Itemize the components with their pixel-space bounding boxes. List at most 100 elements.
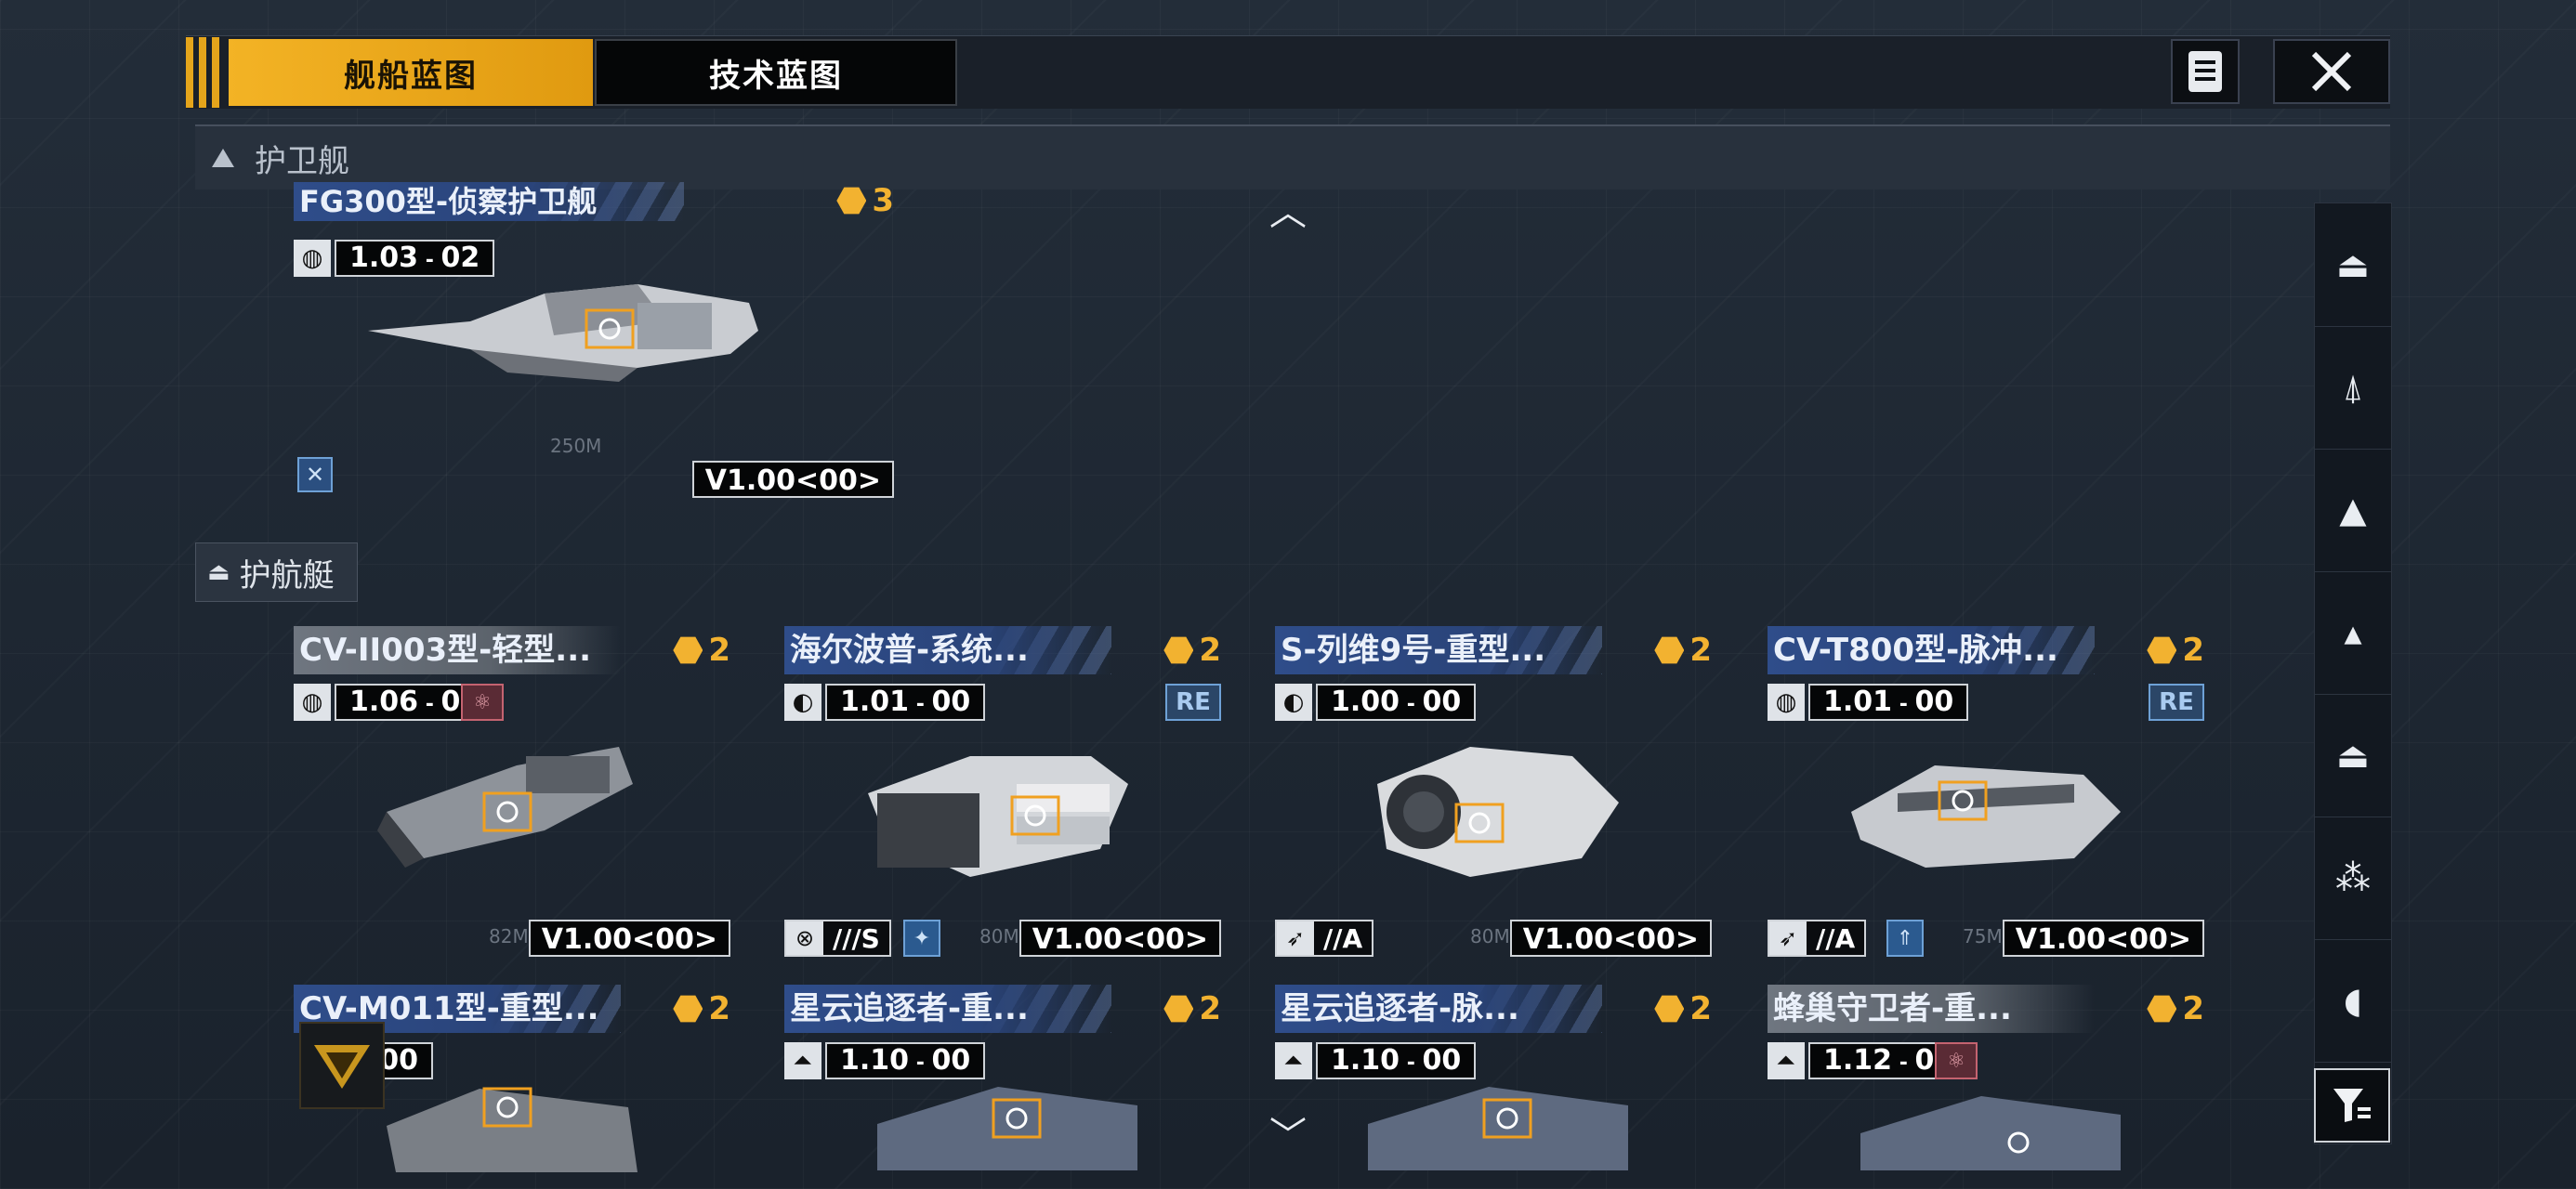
- close-button[interactable]: [2273, 39, 2390, 104]
- rocket-icon: ⏶: [1768, 1042, 1805, 1079]
- version-tag: V1.00<00>: [2002, 920, 2204, 957]
- destroyer-icon[interactable]: ▲: [2315, 449, 2391, 572]
- role-text: //A: [1323, 922, 1363, 954]
- role-icon: ⊗: [786, 921, 823, 955]
- version-main: 1.10: [840, 1044, 910, 1077]
- ship-image: [1860, 1096, 2121, 1170]
- scroll-up-icon[interactable]: ︿: [1269, 182, 1307, 236]
- ship-cost: 2: [1654, 632, 1712, 669]
- version-sub: 00: [931, 686, 971, 718]
- tab-ship-blueprint[interactable]: 舰船蓝图: [229, 39, 593, 106]
- role-badge: ➶ //A: [1275, 920, 1374, 957]
- frigate-icon[interactable]: ▴: [2315, 571, 2391, 695]
- ship-scale: 80M: [1470, 925, 1510, 947]
- cost-icon: [2147, 995, 2177, 1023]
- section-header-corvette[interactable]: ⏏ 护航艇: [195, 542, 358, 602]
- cost-value: 2: [2182, 632, 2204, 669]
- ship-card[interactable]: 蜂巢守卫者-重... 2 ⏶1.12 - 00 ⚛: [1768, 985, 2204, 1170]
- version-main: 1.06: [349, 686, 419, 718]
- accent-stripe: [186, 37, 221, 108]
- version-tag: V1.00<00>: [691, 461, 894, 498]
- ship-cost: 2: [1654, 990, 1712, 1027]
- version-sub: 00: [1422, 686, 1462, 718]
- role-text: //A: [1816, 922, 1856, 954]
- ship-name: FG300型-侦察护卫舰: [294, 182, 684, 221]
- version-number: 1.01 - 00: [825, 684, 986, 721]
- ship-card[interactable]: 海尔波普-系统... 2 ◐ 1.01 - 00 RE ⊗ ///S ✦ 80M V…: [784, 626, 1221, 960]
- ship-cost: 2: [673, 990, 730, 1027]
- filter-icon: [2333, 1089, 2371, 1122]
- ship-name: CV-T800型-脉冲...: [1768, 626, 2095, 674]
- cost-value: 2: [708, 632, 730, 669]
- close-icon: [2311, 51, 2352, 92]
- ship-image: [877, 1087, 1137, 1170]
- skill-icon: ⇑: [1886, 920, 1924, 957]
- re-badge: RE: [1165, 684, 1221, 721]
- ship-card[interactable]: S-列维9号-重型... 2 ◐ 1.00 - 00 ➶ //A 80M V1.00…: [1275, 626, 1712, 960]
- ship-image: [1851, 765, 2121, 868]
- hive-icon: ⚛: [461, 684, 504, 721]
- ship-card[interactable]: CV-T800型-脉冲... 2 ◍ 1.01 - 00 RE ➶ //A ⇑ 75…: [1768, 626, 2204, 960]
- skill-icon: ✕: [297, 457, 333, 492]
- version-main: 1.10: [1331, 1044, 1400, 1077]
- ship-name: 星云追逐者-重...: [784, 985, 1111, 1033]
- version-sub: 00: [1914, 686, 1954, 718]
- subsection-title: 护航艇: [239, 556, 335, 594]
- ship-cost: 2: [2147, 990, 2204, 1027]
- cost-icon: [673, 636, 703, 664]
- corvette-icon: ⏏: [207, 558, 230, 586]
- frigate-card[interactable]: FG300型-侦察护卫舰 3 ◍ 1.03 - 02 ✕ 250M V1.00<…: [294, 182, 894, 498]
- cost-icon: [1163, 636, 1194, 664]
- carrier-icon[interactable]: ◖: [2315, 939, 2391, 1063]
- role-badge: ➶ //A: [1768, 920, 1867, 957]
- faction-icon: ◐: [784, 684, 821, 721]
- ship-image: [868, 756, 1128, 877]
- role-badge: ⊗ ///S: [784, 920, 891, 957]
- version-number: 1.10 - 00: [1316, 1042, 1477, 1079]
- version-main: 1.01: [1823, 686, 1893, 718]
- section-title: 护卫舰: [255, 142, 349, 180]
- cost-icon: [673, 995, 703, 1023]
- ship-cost: 2: [2147, 632, 2204, 669]
- ship-image: [387, 1087, 637, 1172]
- version-box: ◍ 1.01 - 00: [1768, 684, 1969, 721]
- ship-image: [377, 747, 633, 868]
- ship-name: 蜂巢守卫者-重...: [1768, 985, 2095, 1033]
- faction-icon: ◐: [1275, 684, 1312, 721]
- ship-scale: 80M: [979, 925, 1019, 947]
- fighter-icon[interactable]: ⁂: [2315, 817, 2391, 940]
- version-number: 1.10 - 00: [825, 1042, 986, 1079]
- filter-button[interactable]: [2314, 1068, 2390, 1143]
- battleship-icon[interactable]: ⏏: [2315, 203, 2391, 327]
- cost-value: 2: [1689, 632, 1712, 669]
- cost-value: 2: [708, 990, 730, 1027]
- version-main: 1.00: [1331, 686, 1400, 718]
- section-header-frigate[interactable]: 护卫舰: [195, 124, 2390, 189]
- ship-name: 海尔波普-系统...: [784, 626, 1111, 674]
- globe-icon: ◍: [1768, 684, 1805, 721]
- version-tag: V1.00<00>: [1019, 920, 1221, 957]
- ship-card[interactable]: CV-II003型-轻型... 2 ◍1.06 - 00 ⚛ 82M V1.00…: [294, 626, 730, 960]
- cost-value: 2: [2182, 990, 2204, 1027]
- cruiser-icon[interactable]: ⍋: [2315, 326, 2391, 450]
- cost-value: 2: [1689, 990, 1712, 1027]
- version-box: ⏶ 1.10 - 00: [784, 1042, 986, 1079]
- cost-value: 2: [1199, 632, 1221, 669]
- collapse-triangle-icon: [212, 149, 234, 167]
- role-icon: ➶: [1277, 921, 1314, 955]
- ship-card[interactable]: 星云追逐者-脉... 2 ⏶ 1.10 - 00: [1275, 985, 1712, 1170]
- notes-button[interactable]: [2171, 39, 2240, 104]
- cost-value: 3: [872, 182, 894, 219]
- globe-icon: ◍: [294, 240, 331, 277]
- corvette-icon[interactable]: ⏏: [2315, 694, 2391, 817]
- ship-card[interactable]: 星云追逐者-重... 2 ⏶ 1.10 - 00: [784, 985, 1221, 1170]
- cost-icon: [1654, 636, 1685, 664]
- ship-scale: 75M: [1963, 925, 2003, 947]
- globe-icon: ◍: [294, 684, 331, 721]
- rank-badge[interactable]: [299, 1022, 385, 1109]
- ship-cost: 2: [1163, 632, 1221, 669]
- tab-tech-blueprint[interactable]: 技术蓝图: [595, 39, 957, 106]
- notes-icon: [2188, 51, 2222, 92]
- re-badge: RE: [2149, 684, 2204, 721]
- version-tag: V1.00<00>: [528, 920, 730, 957]
